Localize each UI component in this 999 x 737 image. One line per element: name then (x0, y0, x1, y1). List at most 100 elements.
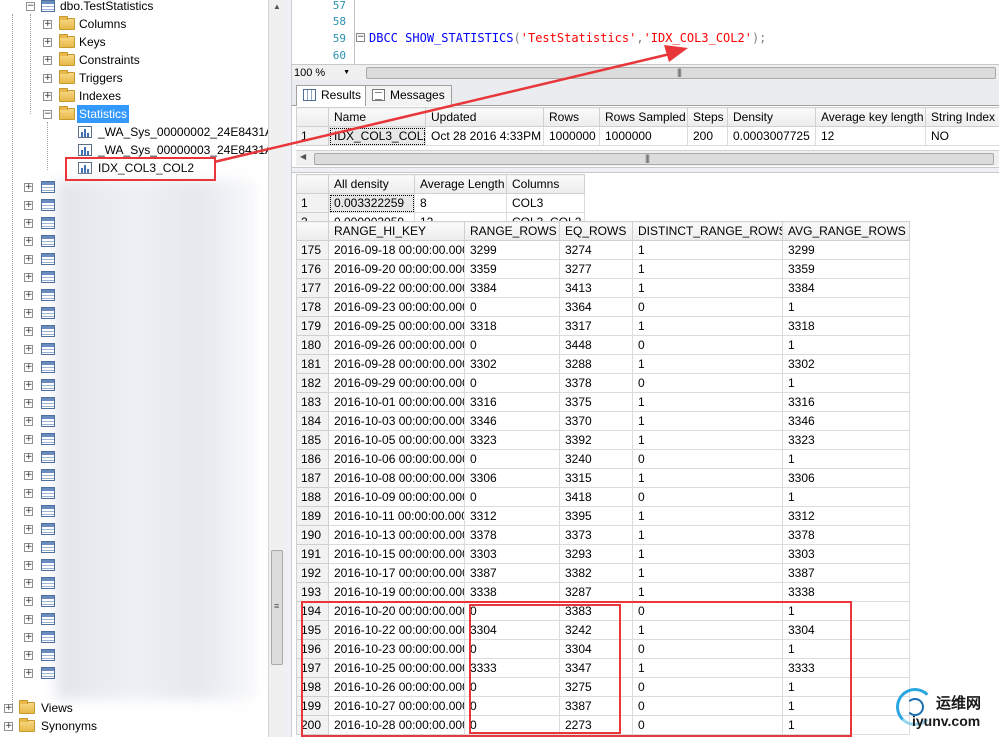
expand-icon[interactable]: + (24, 291, 33, 300)
expand-icon[interactable]: + (24, 417, 33, 426)
row-number[interactable]: 177 (296, 278, 329, 298)
row-number[interactable]: 198 (296, 677, 329, 697)
row-number[interactable]: 192 (296, 563, 329, 583)
row-number[interactable]: 183 (296, 392, 329, 412)
table-row[interactable]: 175 2016-09-18 00:00:00.000 3299 3274 1 3299 (296, 240, 910, 260)
grid-cell[interactable]: 0 (632, 335, 783, 355)
grid-cell[interactable]: 2016-09-22 00:00:00.000 (328, 278, 465, 298)
code-line[interactable]: DBCC SHOW_STATISTICS('TestStatistics','I… (369, 29, 766, 48)
grid-cell[interactable]: 3299 (782, 240, 910, 260)
row-number[interactable]: 191 (296, 544, 329, 564)
grid-cell[interactable]: 3378 (782, 525, 910, 545)
expand-icon[interactable]: + (24, 651, 33, 660)
grid-cell[interactable]: 1 (782, 487, 910, 507)
grid-cell[interactable]: 1 (632, 354, 783, 374)
pane-splitter[interactable] (284, 0, 292, 737)
grid-cell[interactable]: 1 (782, 715, 910, 735)
grid-cell[interactable]: 3299 (464, 240, 560, 260)
row-number[interactable]: 178 (296, 297, 329, 317)
row-number[interactable]: 194 (296, 601, 329, 621)
grid-cell[interactable]: 3304 (782, 620, 910, 640)
column-header[interactable]: Average Length (414, 174, 507, 194)
grid-cell[interactable]: 2016-10-27 00:00:00.000 (328, 696, 465, 716)
row-number[interactable]: 181 (296, 354, 329, 374)
scroll-left-icon[interactable]: ◀ (300, 152, 306, 161)
grid-cell[interactable]: 3318 (464, 316, 560, 336)
table-row[interactable]: 1 0.003322259 8 COL3 (296, 193, 585, 213)
grid-cell[interactable]: 0 (632, 639, 783, 659)
histogram-grid[interactable]: RANGE_HI_KEY RANGE_ROWS EQ_ROWS DISTINCT… (296, 221, 910, 735)
grid-cell[interactable]: 3318 (782, 316, 910, 336)
grid-cell[interactable]: 2016-10-01 00:00:00.000 (328, 392, 465, 412)
table-row[interactable]: 194 2016-10-20 00:00:00.000 0 3383 0 1 (296, 601, 910, 621)
expand-icon[interactable]: + (24, 363, 33, 372)
grid-cell[interactable]: 0 (464, 639, 560, 659)
column-header[interactable]: All density (328, 174, 415, 194)
scrollbar-thumb[interactable]: ≡ (271, 550, 283, 665)
grid-cell[interactable]: 1 (632, 316, 783, 336)
expand-icon[interactable]: + (24, 381, 33, 390)
grid-cell[interactable]: 2016-09-23 00:00:00.000 (328, 297, 465, 317)
table-row[interactable]: 183 2016-10-01 00:00:00.000 3316 3375 1 3316 (296, 392, 910, 412)
grid-cell[interactable]: 1 (782, 601, 910, 621)
grid-cell[interactable]: COL3 (506, 193, 585, 213)
expand-icon[interactable]: + (4, 704, 13, 713)
expand-icon[interactable]: + (4, 722, 13, 731)
row-number[interactable]: 176 (296, 259, 329, 279)
table-row[interactable]: 197 2016-10-25 00:00:00.000 3333 3347 1 3333 (296, 658, 910, 678)
grid-cell[interactable]: 2016-09-20 00:00:00.000 (328, 259, 465, 279)
grid-cell[interactable]: 0 (464, 335, 560, 355)
row-number[interactable]: 1 (296, 126, 329, 146)
table-row[interactable]: 179 2016-09-25 00:00:00.000 3318 3317 1 3318 (296, 316, 910, 336)
grid-cell[interactable]: 3418 (559, 487, 633, 507)
grid-cell[interactable]: 3242 (559, 620, 633, 640)
grid-cell[interactable]: 1 (782, 449, 910, 469)
grid-cell[interactable]: 3303 (782, 544, 910, 564)
grid-cell[interactable]: 0 (632, 487, 783, 507)
grid-cell[interactable]: 1 (632, 240, 783, 260)
grid-cell[interactable]: 200 (687, 126, 728, 146)
table-row[interactable]: 199 2016-10-27 00:00:00.000 0 3387 0 1 (296, 696, 910, 716)
grid-cell[interactable]: 2016-10-03 00:00:00.000 (328, 411, 465, 431)
grid-cell[interactable]: 3373 (559, 525, 633, 545)
grid-cell[interactable]: 3346 (782, 411, 910, 431)
grid-cell[interactable]: 0 (464, 677, 560, 697)
grid-cell[interactable]: 3384 (782, 278, 910, 298)
grid-cell[interactable]: 2016-10-05 00:00:00.000 (328, 430, 465, 450)
table-row[interactable]: 181 2016-09-28 00:00:00.000 3302 3288 1 3302 (296, 354, 910, 374)
grid-cell[interactable]: 2016-10-23 00:00:00.000 (328, 639, 465, 659)
query-editor[interactable]: 57 58 59 60 − DBCC SHOW_STATISTICS('Test… (292, 0, 999, 64)
grid-cell[interactable]: 3317 (559, 316, 633, 336)
row-number[interactable]: 180 (296, 335, 329, 355)
grid-cell[interactable]: 12 (815, 126, 926, 146)
row-number[interactable]: 179 (296, 316, 329, 336)
expand-icon[interactable]: + (24, 237, 33, 246)
expand-icon[interactable]: + (43, 92, 52, 101)
grid-cell[interactable]: 2016-10-22 00:00:00.000 (328, 620, 465, 640)
expand-icon[interactable]: + (24, 399, 33, 408)
expand-icon[interactable]: + (24, 201, 33, 210)
row-number[interactable]: 187 (296, 468, 329, 488)
grid-cell[interactable]: 3378 (559, 373, 633, 393)
grid-cell[interactable]: 3306 (464, 468, 560, 488)
grid-cell[interactable]: 1000000 (543, 126, 600, 146)
grid-cell[interactable]: 3382 (559, 563, 633, 583)
grid-cell[interactable]: 3288 (559, 354, 633, 374)
collapse-icon[interactable]: − (43, 110, 52, 119)
expand-icon[interactable]: + (24, 309, 33, 318)
grid-cell[interactable]: 3378 (464, 525, 560, 545)
grid-cell[interactable]: 1 (782, 373, 910, 393)
column-header[interactable]: Updated (425, 107, 544, 127)
grid-cell[interactable]: 3359 (464, 259, 560, 279)
grid-cell[interactable]: 2016-09-29 00:00:00.000 (328, 373, 465, 393)
expand-icon[interactable]: + (24, 327, 33, 336)
grid-cell[interactable]: 0 (632, 297, 783, 317)
grid-cell[interactable]: 3364 (559, 297, 633, 317)
grid-cell[interactable]: 2016-09-25 00:00:00.000 (328, 316, 465, 336)
grid-cell[interactable]: 3346 (464, 411, 560, 431)
grid-cell[interactable]: 3333 (782, 658, 910, 678)
expand-icon[interactable]: + (24, 489, 33, 498)
scrollbar-thumb[interactable]: ||| (314, 153, 994, 165)
editor-hscroll-thumb[interactable]: ||| (366, 67, 996, 79)
scroll-up-icon[interactable]: ▲ (272, 2, 282, 12)
